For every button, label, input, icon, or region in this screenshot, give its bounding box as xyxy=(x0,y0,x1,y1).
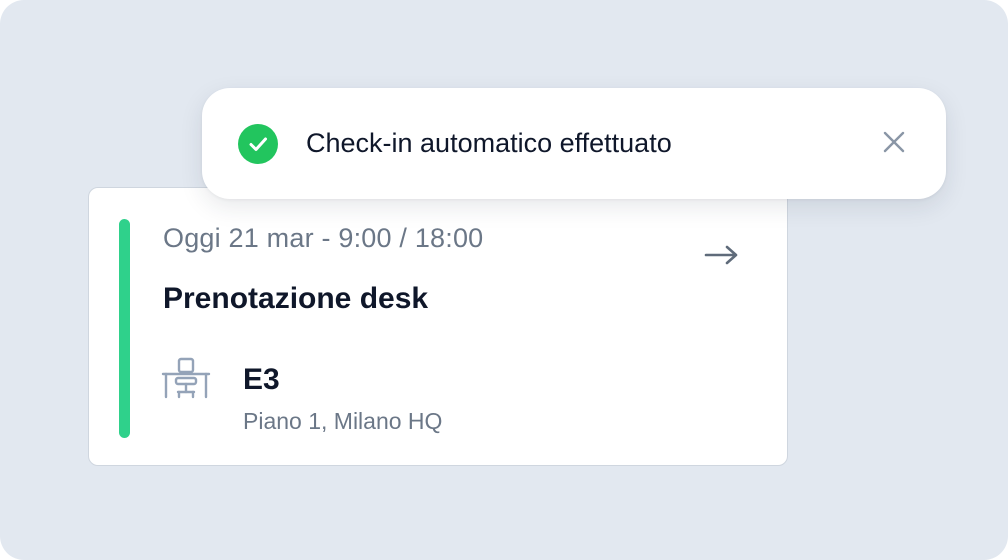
close-toast-button[interactable] xyxy=(878,126,910,158)
desk-chair-icon xyxy=(161,357,211,399)
close-icon xyxy=(883,131,905,153)
booking-title: Prenotazione desk xyxy=(163,282,429,315)
booking-datetime: Oggi 21 mar - 9:00 / 18:00 xyxy=(163,223,484,253)
booking-card[interactable]: Oggi 21 mar - 9:00 / 18:00 Prenotazione … xyxy=(88,187,788,466)
open-booking-button[interactable] xyxy=(701,240,743,270)
status-accent-bar xyxy=(119,219,130,438)
background-canvas: Oggi 21 mar - 9:00 / 18:00 Prenotazione … xyxy=(0,0,1008,560)
desk-code: E3 xyxy=(243,363,280,396)
desk-location: Piano 1, Milano HQ xyxy=(243,408,443,434)
check-circle-icon xyxy=(238,124,278,164)
checkin-toast: Check-in automatico effettuato xyxy=(202,88,946,199)
arrow-right-icon xyxy=(704,245,738,265)
toast-message: Check-in automatico effettuato xyxy=(306,128,672,158)
